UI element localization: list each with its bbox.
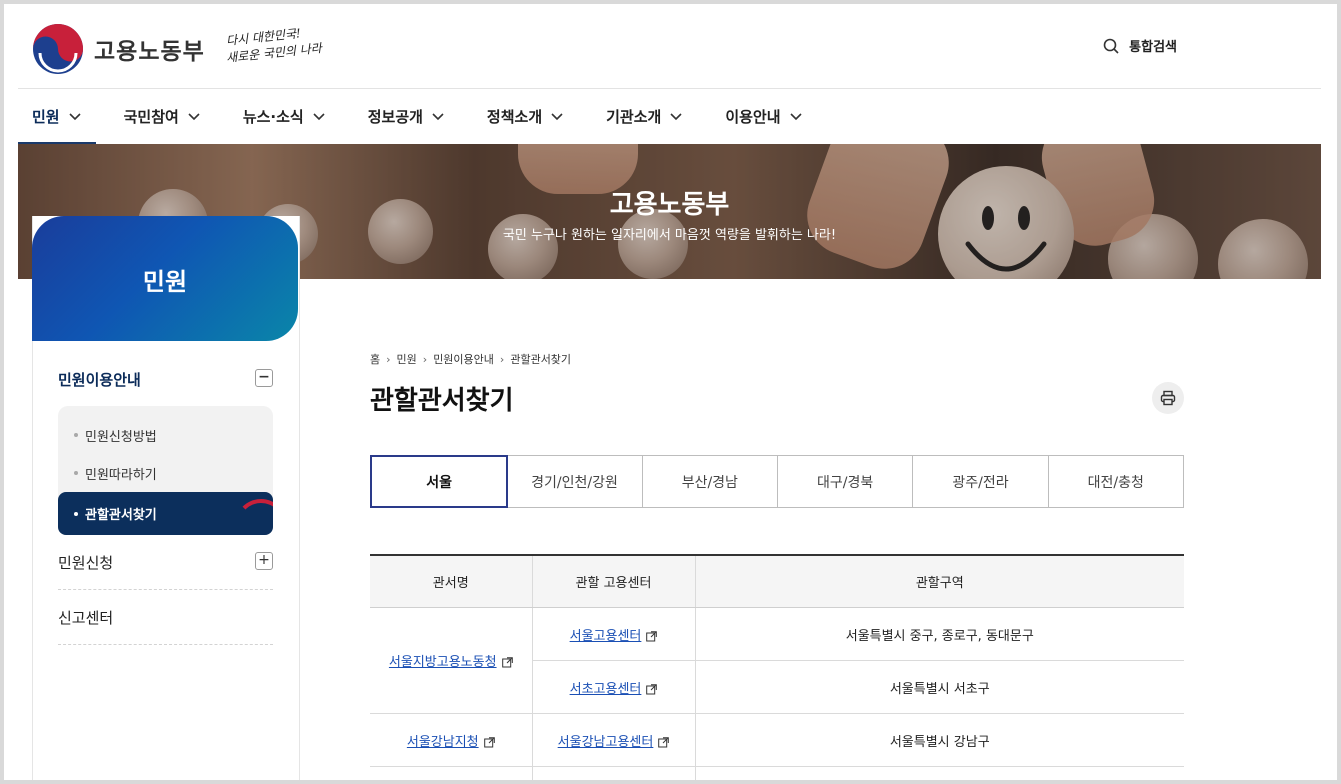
chevron-down-icon — [69, 113, 81, 121]
tab-gwangju[interactable]: 광주/전라 — [913, 456, 1049, 507]
sidebar-subitem-follow-along[interactable]: 민원따라하기 — [58, 454, 273, 492]
column-header: 관서명 — [370, 555, 533, 608]
government-emblem-logo[interactable] — [32, 23, 84, 75]
table-row-partial — [370, 766, 1184, 780]
external-link-icon — [646, 630, 658, 641]
expand-icon[interactable]: + — [255, 552, 273, 570]
chevron-down-icon — [313, 113, 325, 121]
bullet-icon — [74, 511, 78, 516]
sidebar-item-label: 신고센터 — [58, 608, 114, 627]
gnb-label: 민원 — [32, 107, 60, 126]
chevron-down-icon — [432, 113, 444, 121]
sidebar-subitem-apply-method[interactable]: 민원신청방법 — [58, 416, 273, 454]
sidebar-menu: 민원이용안내 − 민원신청방법 민원따라하기 관할관서찾기 민원신청 + 신고센… — [58, 352, 273, 645]
sidebar-submenu: 민원신청방법 민원따라하기 관할관서찾기 — [58, 406, 273, 535]
sidebar-subitem-label: 민원신청방법 — [85, 429, 157, 445]
table-row: 서울지방고용노동청 서울고용센터 서울특별시 중구, 종로구, 동대문구 — [370, 607, 1184, 714]
external-link-icon — [483, 736, 495, 747]
bullet-icon — [74, 433, 78, 437]
external-link-icon — [646, 683, 658, 694]
tab-busan[interactable]: 부산/경남 — [643, 456, 778, 507]
table-row: 서울강남지청 서울강남고용센터 서울특별시 강남구 — [370, 713, 1184, 767]
office-cell: 서울지방고용노동청 — [370, 607, 533, 714]
gnb-item-news[interactable]: 뉴스·소식 — [229, 88, 340, 144]
gnb-label: 국민참여 — [123, 107, 179, 126]
center-link[interactable]: 서울강남고용센터 — [558, 735, 654, 750]
decorative-arc-icon — [235, 499, 273, 535]
center-link[interactable]: 서초고용센터 — [570, 682, 642, 697]
sidebar-subitem-find-office[interactable]: 관할관서찾기 — [58, 492, 273, 535]
search-icon — [1103, 38, 1119, 54]
region-tabs: 서울 경기/인천/강원 부산/경남 대구/경북 광주/전라 대전/충청 — [370, 455, 1184, 508]
breadcrumb-item[interactable]: 민원 — [397, 351, 417, 367]
gnb-item-civil-service[interactable]: 민원 — [18, 88, 96, 145]
sidebar-title: 민원 — [142, 268, 188, 296]
tab-seoul[interactable]: 서울 — [370, 455, 509, 508]
external-link-icon — [501, 657, 513, 668]
empty-cell — [532, 766, 696, 780]
chevron-right-icon: › — [499, 352, 505, 366]
sidebar-item-report-center[interactable]: 신고센터 — [58, 590, 273, 645]
column-header: 관할구역 — [695, 555, 1184, 608]
breadcrumb-home[interactable]: 홈 — [370, 351, 380, 367]
column-header: 관할 고용센터 — [532, 555, 696, 608]
gnb-label: 뉴스·소식 — [242, 107, 304, 126]
sidebar-header: 민원 — [32, 216, 298, 341]
tab-gyeonggi[interactable]: 경기/인천/강원 — [507, 456, 643, 507]
chevron-right-icon: › — [422, 352, 428, 366]
gnb-label: 이용안내 — [725, 107, 781, 126]
sidebar-subitem-label: 민원따라하기 — [85, 467, 157, 483]
chevron-right-icon: › — [386, 352, 391, 366]
printer-icon — [1160, 390, 1176, 406]
jurisdiction-table: 관서명 관할 고용센터 관할구역 서울지방고용노동청 서울고용센터 서울특별시 … — [370, 554, 1184, 780]
print-button[interactable] — [1152, 382, 1184, 414]
gnb-label: 정보공개 — [367, 107, 423, 126]
page-title: 관할관서찾기 — [370, 386, 514, 416]
sidebar-item-civil-apply[interactable]: 민원신청 + — [58, 535, 273, 590]
sidebar-item-label: 민원이용안내 — [58, 370, 141, 389]
center-cell: 서울고용센터 — [532, 607, 696, 661]
search-label: 통합검색 — [1129, 40, 1177, 55]
office-link[interactable]: 서울강남지청 — [407, 735, 479, 750]
area-cell: 서울특별시 강남구 — [695, 713, 1184, 767]
external-link-icon — [658, 736, 670, 747]
gnb-item-participation[interactable]: 국민참여 — [110, 88, 215, 144]
sidebar-subitem-label: 관할관서찾기 — [85, 508, 157, 523]
area-cell: 서울특별시 서초구 — [695, 660, 1184, 714]
sidebar-item-label: 민원신청 — [58, 553, 114, 572]
tab-daejeon[interactable]: 대전/충청 — [1049, 456, 1183, 507]
chevron-down-icon — [670, 113, 682, 121]
center-link[interactable]: 서울고용센터 — [570, 629, 642, 644]
breadcrumb-item[interactable]: 민원이용안내 — [433, 351, 494, 367]
center-cell: 서울강남고용센터 — [532, 713, 696, 767]
gnb-item-about[interactable]: 기관소개 — [592, 88, 697, 144]
empty-cell — [695, 766, 1184, 780]
slogan-signature: 다시 대한민국! 새로운 국민의 나라 — [225, 26, 322, 72]
page-frame: 고용노동부 다시 대한민국! 새로운 국민의 나라 통합검색 민원 국민참여 뉴… — [4, 4, 1337, 780]
gnb-label: 정책소개 — [486, 107, 543, 126]
collapse-icon[interactable]: − — [255, 369, 273, 387]
gnb-item-guide[interactable]: 이용안내 — [711, 88, 816, 144]
center-cell: 서초고용센터 — [532, 660, 696, 714]
gnb-label: 기관소개 — [606, 107, 662, 126]
gnb-item-disclosure[interactable]: 정보공개 — [354, 88, 459, 144]
tab-daegu[interactable]: 대구/경북 — [778, 456, 914, 507]
office-link[interactable]: 서울지방고용노동청 — [389, 655, 497, 670]
chevron-down-icon — [188, 113, 200, 121]
area-cell: 서울특별시 중구, 종로구, 동대문구 — [695, 607, 1184, 661]
org-name[interactable]: 고용노동부 — [94, 32, 205, 66]
gnb-item-policy[interactable]: 정책소개 — [473, 88, 578, 144]
main-navigation: 민원 국민참여 뉴스·소식 정보공개 정책소개 기관소개 이용안내 — [18, 88, 1321, 145]
breadcrumb: 홈 › 민원 › 민원이용안내 › 관할관서찾기 — [370, 351, 571, 367]
site-header: 고용노동부 다시 대한민국! 새로운 국민의 나라 통합검색 — [18, 4, 1321, 89]
sidebar-item-civil-guide[interactable]: 민원이용안내 − — [58, 352, 273, 406]
integrated-search-button[interactable]: 통합검색 — [1103, 36, 1177, 55]
chevron-down-icon — [551, 113, 563, 121]
empty-cell — [370, 766, 533, 780]
table-header-row: 관서명 관할 고용센터 관할구역 — [370, 555, 1184, 608]
bullet-icon — [74, 471, 78, 475]
office-cell: 서울강남지청 — [370, 713, 533, 767]
breadcrumb-current: 관할관서찾기 — [510, 353, 572, 366]
chevron-down-icon — [789, 113, 802, 121]
